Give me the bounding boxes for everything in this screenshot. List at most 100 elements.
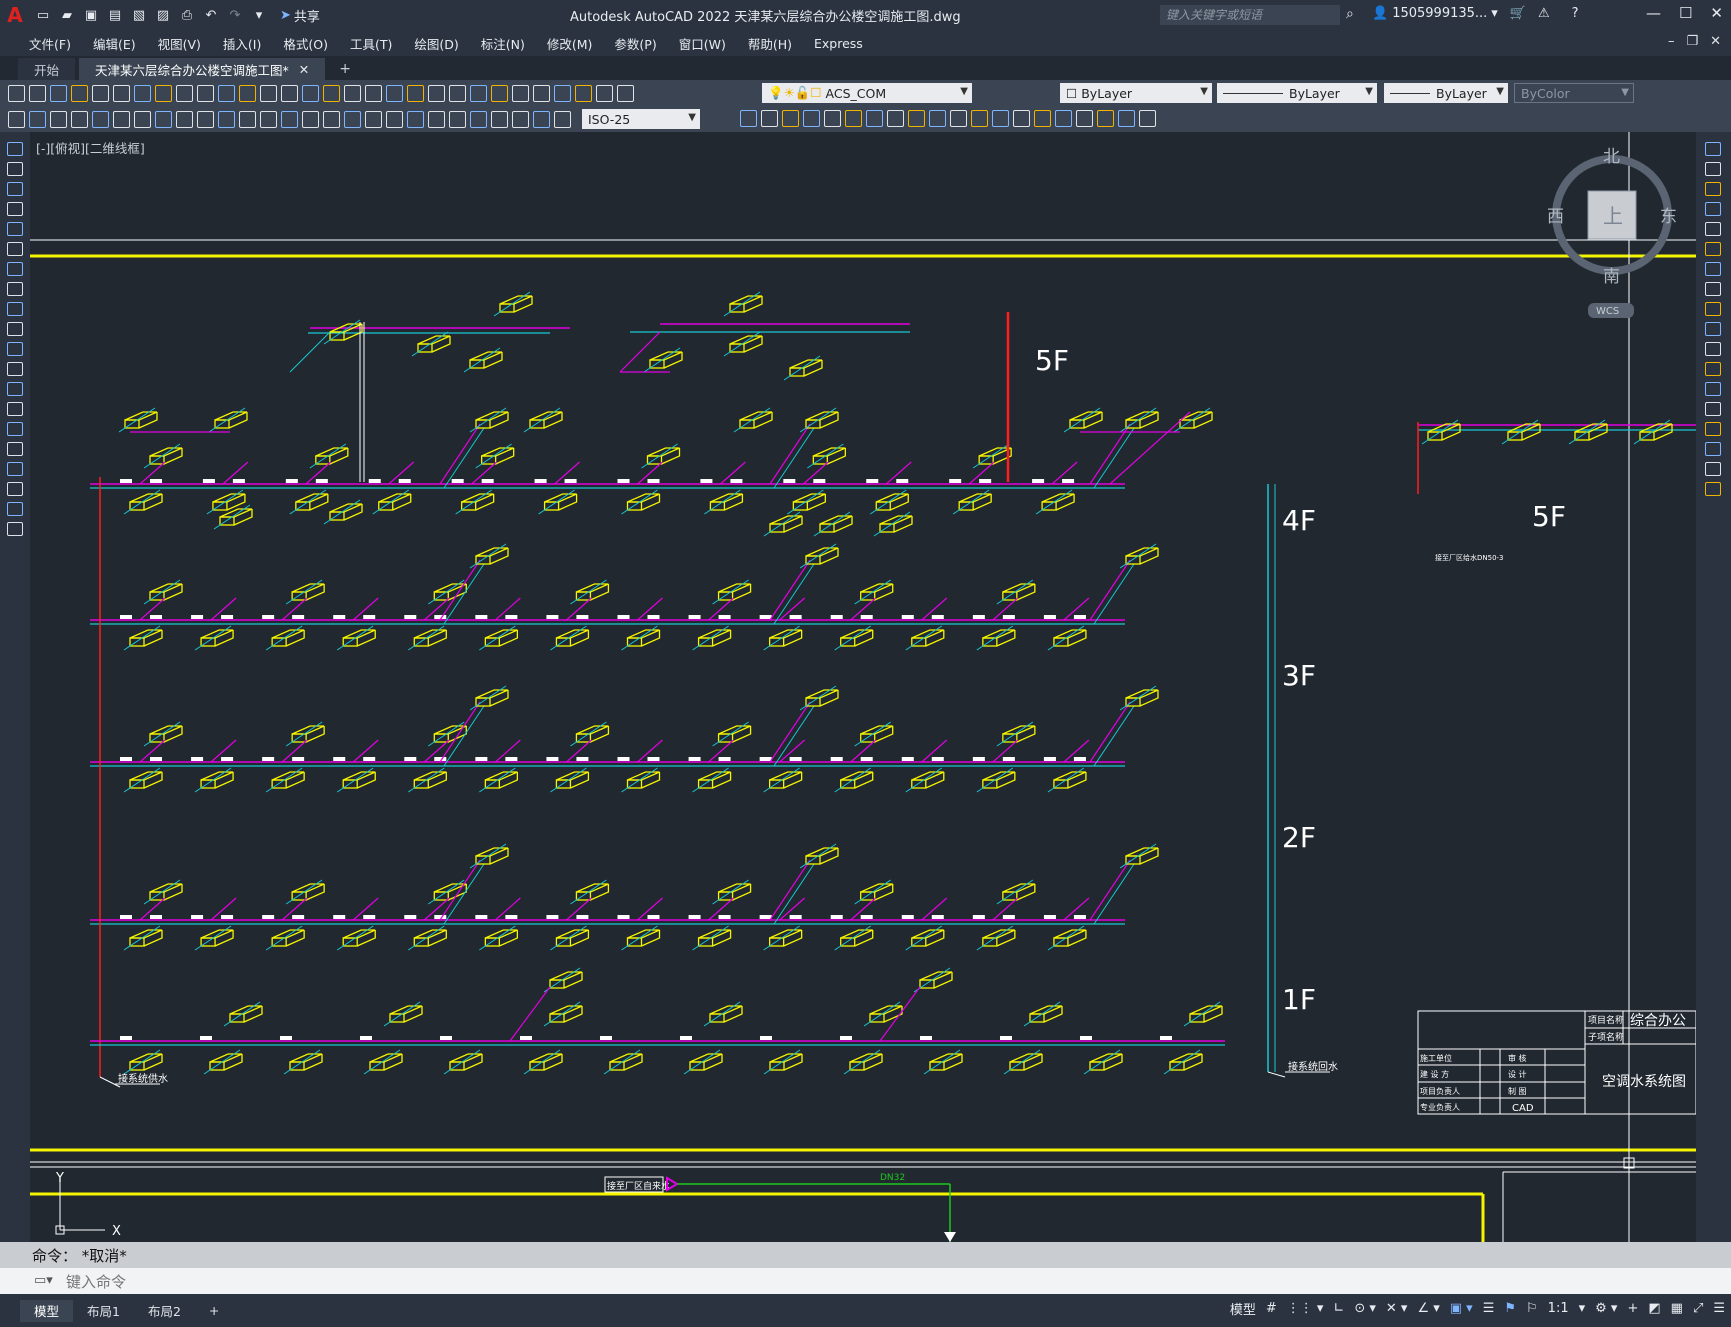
tool-icon[interactable]	[575, 84, 592, 102]
menu-window[interactable]: 窗口(W)	[668, 34, 737, 53]
save-as-icon[interactable]: ▤	[106, 6, 124, 24]
menu-insert[interactable]: 插入(I)	[212, 34, 272, 53]
save-web-icon[interactable]: ▨	[154, 6, 172, 24]
tool-icon[interactable]	[386, 84, 403, 102]
tool-icon[interactable]	[929, 110, 946, 127]
viewport-controls[interactable]: [-][俯视][二维线框]	[36, 138, 145, 157]
undo-icon[interactable]: ↶	[202, 6, 220, 24]
new-tab-button[interactable]: +	[339, 58, 351, 80]
drawing-canvas[interactable]: Y X 接至厂区自来水 DN32 5F 4F 3F 2F 1F 5F 接系统供水…	[30, 132, 1696, 1242]
tool-icon[interactable]	[218, 84, 235, 102]
tool-icon[interactable]	[1705, 162, 1721, 176]
tool-icon[interactable]	[155, 84, 172, 102]
tool-icon[interactable]	[803, 110, 820, 127]
tool-icon[interactable]	[7, 182, 23, 196]
tool-icon[interactable]	[1705, 262, 1721, 276]
menu-draw[interactable]: 绘图(D)	[403, 34, 469, 53]
tool-icon[interactable]	[533, 110, 550, 128]
cart-icon[interactable]: 🛒	[1510, 6, 1526, 21]
share-button[interactable]: ➤ 共享	[280, 6, 320, 25]
doc-restore-icon[interactable]: ❐	[1686, 34, 1698, 49]
tool-icon[interactable]	[197, 110, 214, 128]
viewcube-west[interactable]: 西	[1547, 207, 1564, 227]
tool-icon[interactable]	[1034, 110, 1051, 127]
tool-icon[interactable]	[470, 110, 487, 128]
tool-icon[interactable]	[1076, 110, 1093, 127]
osnap-icon[interactable]: ∠ ▾	[1417, 1301, 1439, 1316]
tab-start[interactable]: 开始	[18, 58, 76, 80]
tool-icon[interactable]	[134, 84, 151, 102]
grid-icon[interactable]: #	[1266, 1301, 1277, 1316]
tool-icon[interactable]	[908, 110, 925, 127]
tool-icon[interactable]	[887, 110, 904, 127]
tool-icon[interactable]	[281, 84, 298, 102]
tool-icon[interactable]	[7, 222, 23, 236]
redo-icon[interactable]: ↷	[226, 6, 244, 24]
tool-icon[interactable]	[1705, 302, 1721, 316]
save-icon[interactable]: ▣	[82, 6, 100, 24]
tool-icon[interactable]	[344, 110, 361, 128]
tool-icon[interactable]	[7, 302, 23, 316]
tool-icon[interactable]	[323, 84, 340, 102]
tool-icon[interactable]	[113, 110, 130, 128]
autocad-logo[interactable]: A	[0, 0, 30, 30]
tool-icon[interactable]	[71, 84, 88, 102]
workspace-dropdown-icon[interactable]: ▾	[250, 6, 268, 24]
tool-icon[interactable]	[7, 382, 23, 396]
tool-icon[interactable]	[617, 84, 634, 102]
viewcube-east[interactable]: 东	[1660, 207, 1677, 227]
menu-tools[interactable]: 工具(T)	[339, 34, 403, 53]
tool-icon[interactable]	[491, 110, 508, 128]
tool-icon[interactable]	[7, 342, 23, 356]
tool-icon[interactable]	[1705, 222, 1721, 236]
tool-icon[interactable]	[491, 84, 508, 102]
layer-dropdown[interactable]: 💡☀🔓☐ ACS_COM ▼	[762, 83, 972, 103]
tool-icon[interactable]	[1705, 322, 1721, 336]
tool-icon[interactable]	[428, 110, 445, 128]
chevron-down-icon[interactable]: ▾	[1579, 1301, 1586, 1316]
tool-icon[interactable]	[239, 110, 256, 128]
tool-icon[interactable]	[407, 84, 424, 102]
tool-icon[interactable]	[7, 202, 23, 216]
menu-edit[interactable]: 编辑(E)	[82, 34, 147, 53]
tool-icon[interactable]	[8, 84, 25, 102]
tool-icon[interactable]	[365, 110, 382, 128]
user-account[interactable]: 👤 1505999135... ▾ 🛒 ⚠?	[1372, 6, 1579, 21]
tool-icon[interactable]	[7, 442, 23, 456]
doc-close-icon[interactable]: ✕	[1710, 34, 1721, 49]
customize-menu-icon[interactable]: ☰	[1713, 1301, 1725, 1316]
tool-icon[interactable]	[554, 84, 571, 102]
tool-icon[interactable]	[1705, 342, 1721, 356]
command-prompt-icon[interactable]: ▭▾	[34, 1273, 53, 1288]
tool-icon[interactable]	[239, 84, 256, 102]
layout-tab-1[interactable]: 布局1	[73, 1300, 134, 1322]
plotstyle-dropdown[interactable]: ByColor ▼	[1514, 83, 1634, 103]
tool-icon[interactable]	[50, 84, 67, 102]
lineweight-dropdown[interactable]: ByLayer ▼	[1384, 83, 1508, 103]
tool-icon[interactable]	[449, 110, 466, 128]
tool-icon[interactable]	[365, 84, 382, 102]
maximize-icon[interactable]: ☐	[1679, 4, 1692, 22]
tool-icon[interactable]	[7, 362, 23, 376]
help-search-input[interactable]: 键入关键字或短语	[1160, 5, 1340, 25]
dynamic-ucs-icon[interactable]: ▣ ▾	[1450, 1301, 1473, 1316]
tool-icon[interactable]	[1705, 442, 1721, 456]
close-icon[interactable]: ✕	[299, 62, 309, 77]
tool-icon[interactable]	[950, 110, 967, 127]
tool-icon[interactable]	[92, 110, 109, 128]
tool-icon[interactable]	[197, 84, 214, 102]
tool-icon[interactable]	[1705, 142, 1721, 156]
tool-icon[interactable]	[1055, 110, 1072, 127]
tool-icon[interactable]	[740, 110, 757, 127]
ortho-icon[interactable]: ∟	[1333, 1301, 1344, 1316]
tool-icon[interactable]	[323, 110, 340, 128]
layout-tab-2[interactable]: 布局2	[134, 1300, 195, 1322]
tool-icon[interactable]	[113, 84, 130, 102]
snap-icon[interactable]: ⋮⋮ ▾	[1287, 1301, 1324, 1316]
tool-icon[interactable]	[554, 110, 571, 128]
hardware-accel-icon[interactable]: ▦	[1671, 1301, 1683, 1316]
tool-icon[interactable]	[176, 110, 193, 128]
tool-icon[interactable]	[344, 84, 361, 102]
tool-icon[interactable]	[1013, 110, 1030, 127]
menu-help[interactable]: 帮助(H)	[737, 34, 803, 53]
